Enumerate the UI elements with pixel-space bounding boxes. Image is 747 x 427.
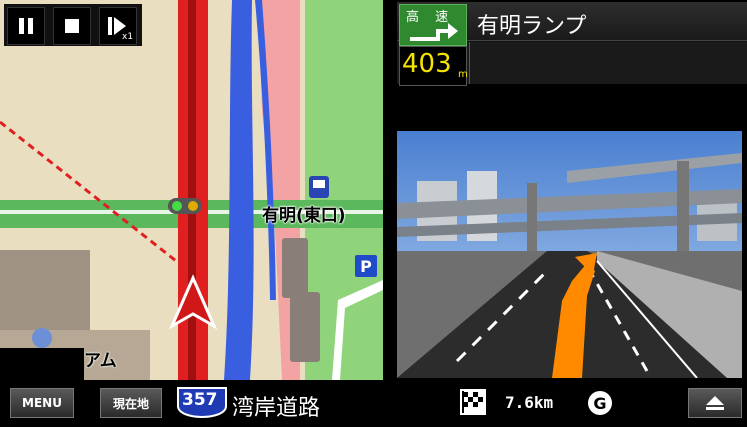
menu-button[interactable]: MENU <box>10 388 74 418</box>
speed-label: x1 <box>122 32 134 42</box>
exit-name: 有明ランプ <box>477 14 587 39</box>
goal-icon: G <box>588 391 612 415</box>
map-canvas <box>0 0 383 380</box>
distance-unit: m <box>458 69 468 80</box>
route-number: 357 <box>182 390 218 410</box>
distance-value: 403 <box>402 49 452 79</box>
stop-icon <box>65 19 79 33</box>
step-icon <box>108 17 112 35</box>
eject-icon <box>706 396 724 410</box>
playback-controls: x1 <box>4 4 142 46</box>
checkered-flag-icon <box>460 389 486 415</box>
pause-button[interactable] <box>7 7 45 45</box>
road-name: 湾岸道路 <box>232 396 321 421</box>
bottom-bar: MENU 現在地 357 湾岸道路 7.6km G <box>0 380 747 427</box>
junction-illustration <box>397 131 742 378</box>
distance-box: 403 m <box>399 46 468 86</box>
stop-button[interactable] <box>53 7 91 45</box>
parking-label: P <box>360 256 372 276</box>
parking-icon: P <box>355 255 377 277</box>
station-label: 有明(東口) <box>262 206 346 226</box>
pause-icon <box>19 18 24 34</box>
remaining-distance: 7.6km <box>505 393 554 412</box>
eject-button[interactable] <box>688 388 742 418</box>
goal-marker: G <box>593 393 607 413</box>
guidance-panel: 高 速 有明ランプ 403 m <box>397 2 747 86</box>
junction-view <box>397 131 742 378</box>
route-shield: 357 <box>176 386 228 419</box>
turn-arrow-icon <box>410 23 458 41</box>
place-label: アム <box>84 351 117 371</box>
highway-sign: 高 速 <box>399 4 467 46</box>
divider <box>469 42 470 84</box>
navigation-map[interactable]: 有明(東口) アム P x1 <box>0 0 383 380</box>
current-location-button[interactable]: 現在地 <box>100 388 162 418</box>
step-button[interactable]: x1 <box>99 7 137 45</box>
